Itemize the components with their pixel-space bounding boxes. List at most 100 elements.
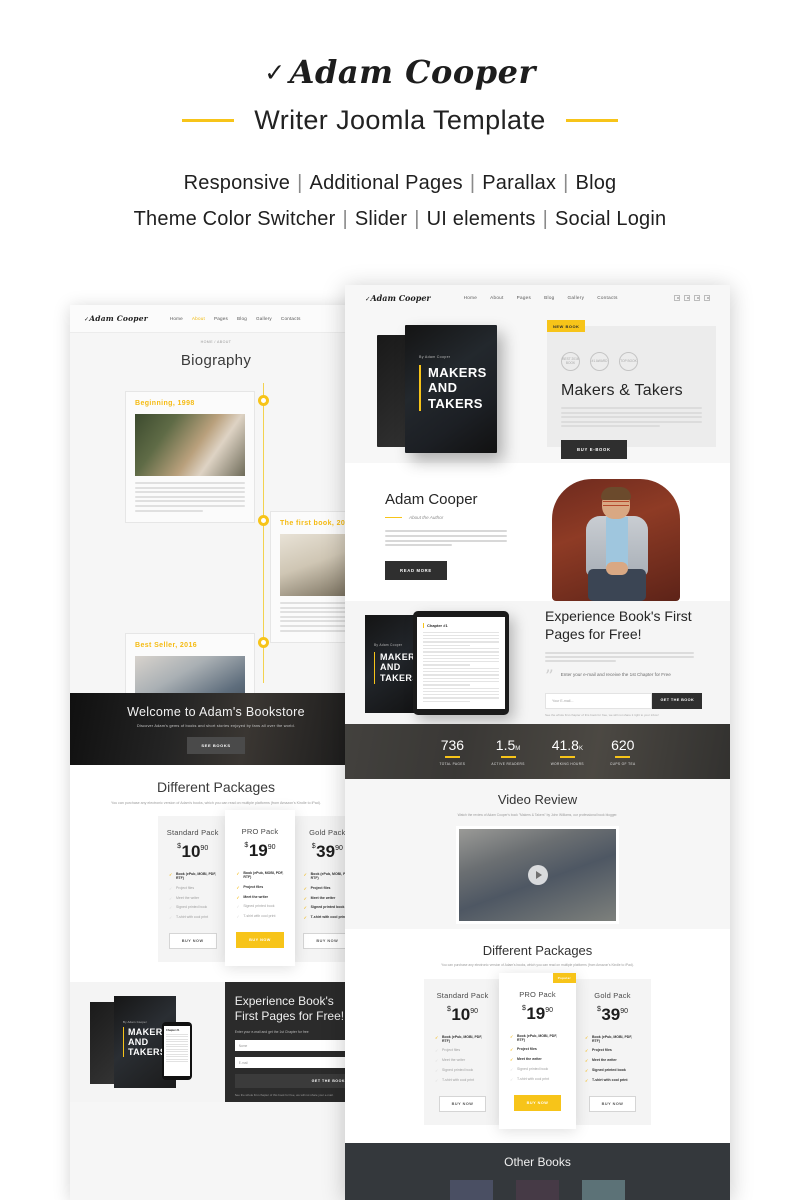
book-cover-teal[interactable] [582, 1179, 625, 1200]
twitter-icon[interactable] [684, 294, 690, 301]
feature-item: Book (ePub, MOBI, PDF, RTF) [169, 870, 216, 883]
stat-number: 41.8 [551, 736, 579, 753]
author-name: Adam Cooper [385, 491, 478, 508]
right-logo[interactable]: ✓Adam Cooper [365, 293, 431, 303]
feature-item: Book (ePub, MOBI, PDF, RTF) [435, 1033, 490, 1046]
name-placeholder: Name [238, 1043, 248, 1048]
buy-now-button[interactable]: BUY NOW [236, 931, 284, 948]
name-field[interactable]: Name [234, 1040, 352, 1052]
banner-subtitle: Discover Adam's gems of books and short … [136, 723, 296, 728]
play-icon[interactable] [527, 865, 548, 885]
plan-features: Book (ePub, MOBI, PDF, RTF) Project file… [582, 1033, 643, 1086]
left-nav-home[interactable]: Home [170, 316, 183, 321]
left-nav-menu: Home About Pages Blog Gallery Contacts [170, 316, 301, 321]
other-books-section: Other Books [345, 1142, 730, 1200]
separator: | [297, 172, 303, 194]
feature-item: Project files [304, 883, 351, 893]
pricing-card-pro[interactable]: Popular PRO Pack $1990 Book (ePub, MOBI,… [499, 972, 576, 1129]
feature-item: Signed printed book [169, 903, 216, 913]
timeline-label: Beginning, 1998 [135, 400, 195, 407]
instagram-icon[interactable] [704, 294, 710, 301]
left-nav-gallery[interactable]: Gallery [256, 316, 272, 321]
right-nav-pages[interactable]: Pages [517, 295, 532, 300]
buy-now-button[interactable]: BUY NOW [438, 1095, 487, 1112]
feature-item: T-shirt with cool print [585, 1076, 640, 1086]
other-books-row [345, 1179, 730, 1200]
left-nav-pages[interactable]: Pages [214, 316, 228, 321]
pricing-card-gold[interactable]: Gold Pack $3990 Book (ePub, MOBI, PDF, R… [574, 978, 651, 1125]
right-nav-home[interactable]: Home [464, 295, 477, 300]
social-icons [674, 294, 710, 301]
right-preview-screenshot[interactable]: ✓Adam Cooper Home About Pages Blog Galle… [345, 285, 730, 1200]
bookstore-banner: Welcome to Adam's Bookstore Discover Ada… [70, 693, 362, 765]
get-the-book-button[interactable]: GET THE BOOK [234, 1074, 352, 1089]
stat-label: TOTAL PAGES [439, 761, 466, 766]
buy-now-button[interactable]: BUY NOW [513, 1094, 562, 1111]
pricing-title: Different Packages [482, 943, 593, 958]
accent-rule [500, 755, 516, 758]
see-books-button[interactable]: SEE BOOKS [187, 736, 245, 754]
pricing-card-standard[interactable]: Standard Pack $1090 Book (ePub, MOBI, PD… [424, 978, 501, 1125]
feature-item: Signed printed book [585, 1066, 640, 1076]
free-chapter-title: Experience Book's First Pages for Free! [545, 607, 692, 642]
accent-rule [385, 516, 402, 519]
pricing-card-pro[interactable]: PRO Pack $1990 Book (ePub, MOBI, PDF, RT… [225, 810, 295, 966]
left-logo[interactable]: ✓Adam Cooper [84, 314, 148, 323]
price-whole: 19 [526, 1003, 546, 1023]
buy-now-button[interactable]: BUY NOW [168, 932, 217, 949]
subtitle-row: Writer Joomla Template [0, 105, 800, 136]
video-frame[interactable] [456, 826, 619, 924]
email-input[interactable]: Your E-mail... [545, 693, 653, 710]
feature-item: Project files [585, 1046, 640, 1056]
separator: | [414, 207, 420, 230]
tablet-mockup: Chapter #1 [413, 610, 509, 715]
rule-left [182, 119, 235, 122]
left-nav-contacts[interactable]: Contacts [281, 316, 301, 321]
left-preview-screenshot[interactable]: ✓Adam Cooper Home About Pages Blog Galle… [70, 305, 362, 1200]
biography-timeline: Beginning, 1998 The first book, 2005 Bes… [70, 383, 362, 756]
book-cover-blue[interactable] [450, 1179, 493, 1200]
timeline-item[interactable]: Beginning, 1998 [125, 391, 255, 524]
other-books-title: Other Books [504, 1154, 571, 1169]
award-medal-icon: #1 AWARD [590, 352, 609, 371]
stat-active-readers: 1.5M ACTIVE READERS [491, 738, 524, 766]
quote-text: Enter your e-mail and receive the 1st Ch… [560, 672, 671, 678]
price-whole: 39 [316, 842, 336, 862]
free-chapter-content: Experience Book's First Pages for Free! … [529, 608, 714, 717]
right-nav-about[interactable]: About [490, 295, 504, 300]
chapter-label: Chapter #1 [166, 1028, 180, 1032]
right-nav-gallery[interactable]: Gallery [568, 295, 585, 300]
email-field[interactable]: E-mail [234, 1057, 352, 1069]
author-portrait-photo [538, 463, 731, 601]
device-mockups: By Adam Cooper MAKERS AND TAKERS Chapter… [361, 610, 529, 715]
plan-features: Book (ePub, MOBI, PDF, RTF) Project file… [507, 1032, 568, 1085]
award-medals: BEST 2016 BOOK #1 AWARD TOP BOOK [561, 352, 702, 371]
plan-price: $1990 [233, 842, 286, 859]
plan-name: Standard Pack [166, 828, 219, 838]
plan-name: PRO Pack [241, 827, 279, 837]
read-more-button[interactable]: READ MORE [385, 561, 447, 581]
right-nav-blog[interactable]: Blog [544, 295, 554, 300]
stat-value: 620 [610, 738, 636, 752]
left-nav-blog[interactable]: Blog [237, 316, 247, 321]
plan-name: Gold Pack [594, 990, 631, 1000]
buy-now-button[interactable]: BUY NOW [588, 1095, 637, 1112]
google-plus-icon[interactable] [694, 294, 700, 301]
left-nav-about[interactable]: About [192, 316, 205, 321]
feature-item: Meet the writer [585, 1056, 640, 1066]
book-cover-plum[interactable] [516, 1179, 559, 1200]
free-chapter-form: Experience Book's First Pages for Free! … [224, 981, 362, 1102]
author-text: Adam Cooper About the Author READ MORE [345, 463, 538, 601]
feature-social-login: Social Login [554, 207, 667, 230]
price-whole: 10 [451, 1004, 471, 1024]
facebook-icon[interactable] [674, 294, 680, 301]
get-the-book-button[interactable]: GET THE BOOK [652, 693, 703, 710]
right-nav-contacts[interactable]: Contacts [597, 295, 618, 300]
currency: $ [177, 843, 181, 851]
stats-counter-section: 736 TOTAL PAGES 1.5M ACTIVE READERS 41.8… [345, 724, 730, 779]
pricing-card-standard[interactable]: Standard Pack $1090 Book (ePub, MOBI, PD… [158, 816, 228, 962]
breadcrumb: HOME / ABOUT [200, 340, 232, 344]
page-title: Biography [180, 352, 252, 369]
buy-ebook-button[interactable]: BUY E-BOOK [561, 439, 627, 459]
stat-number: 736 [440, 736, 465, 753]
